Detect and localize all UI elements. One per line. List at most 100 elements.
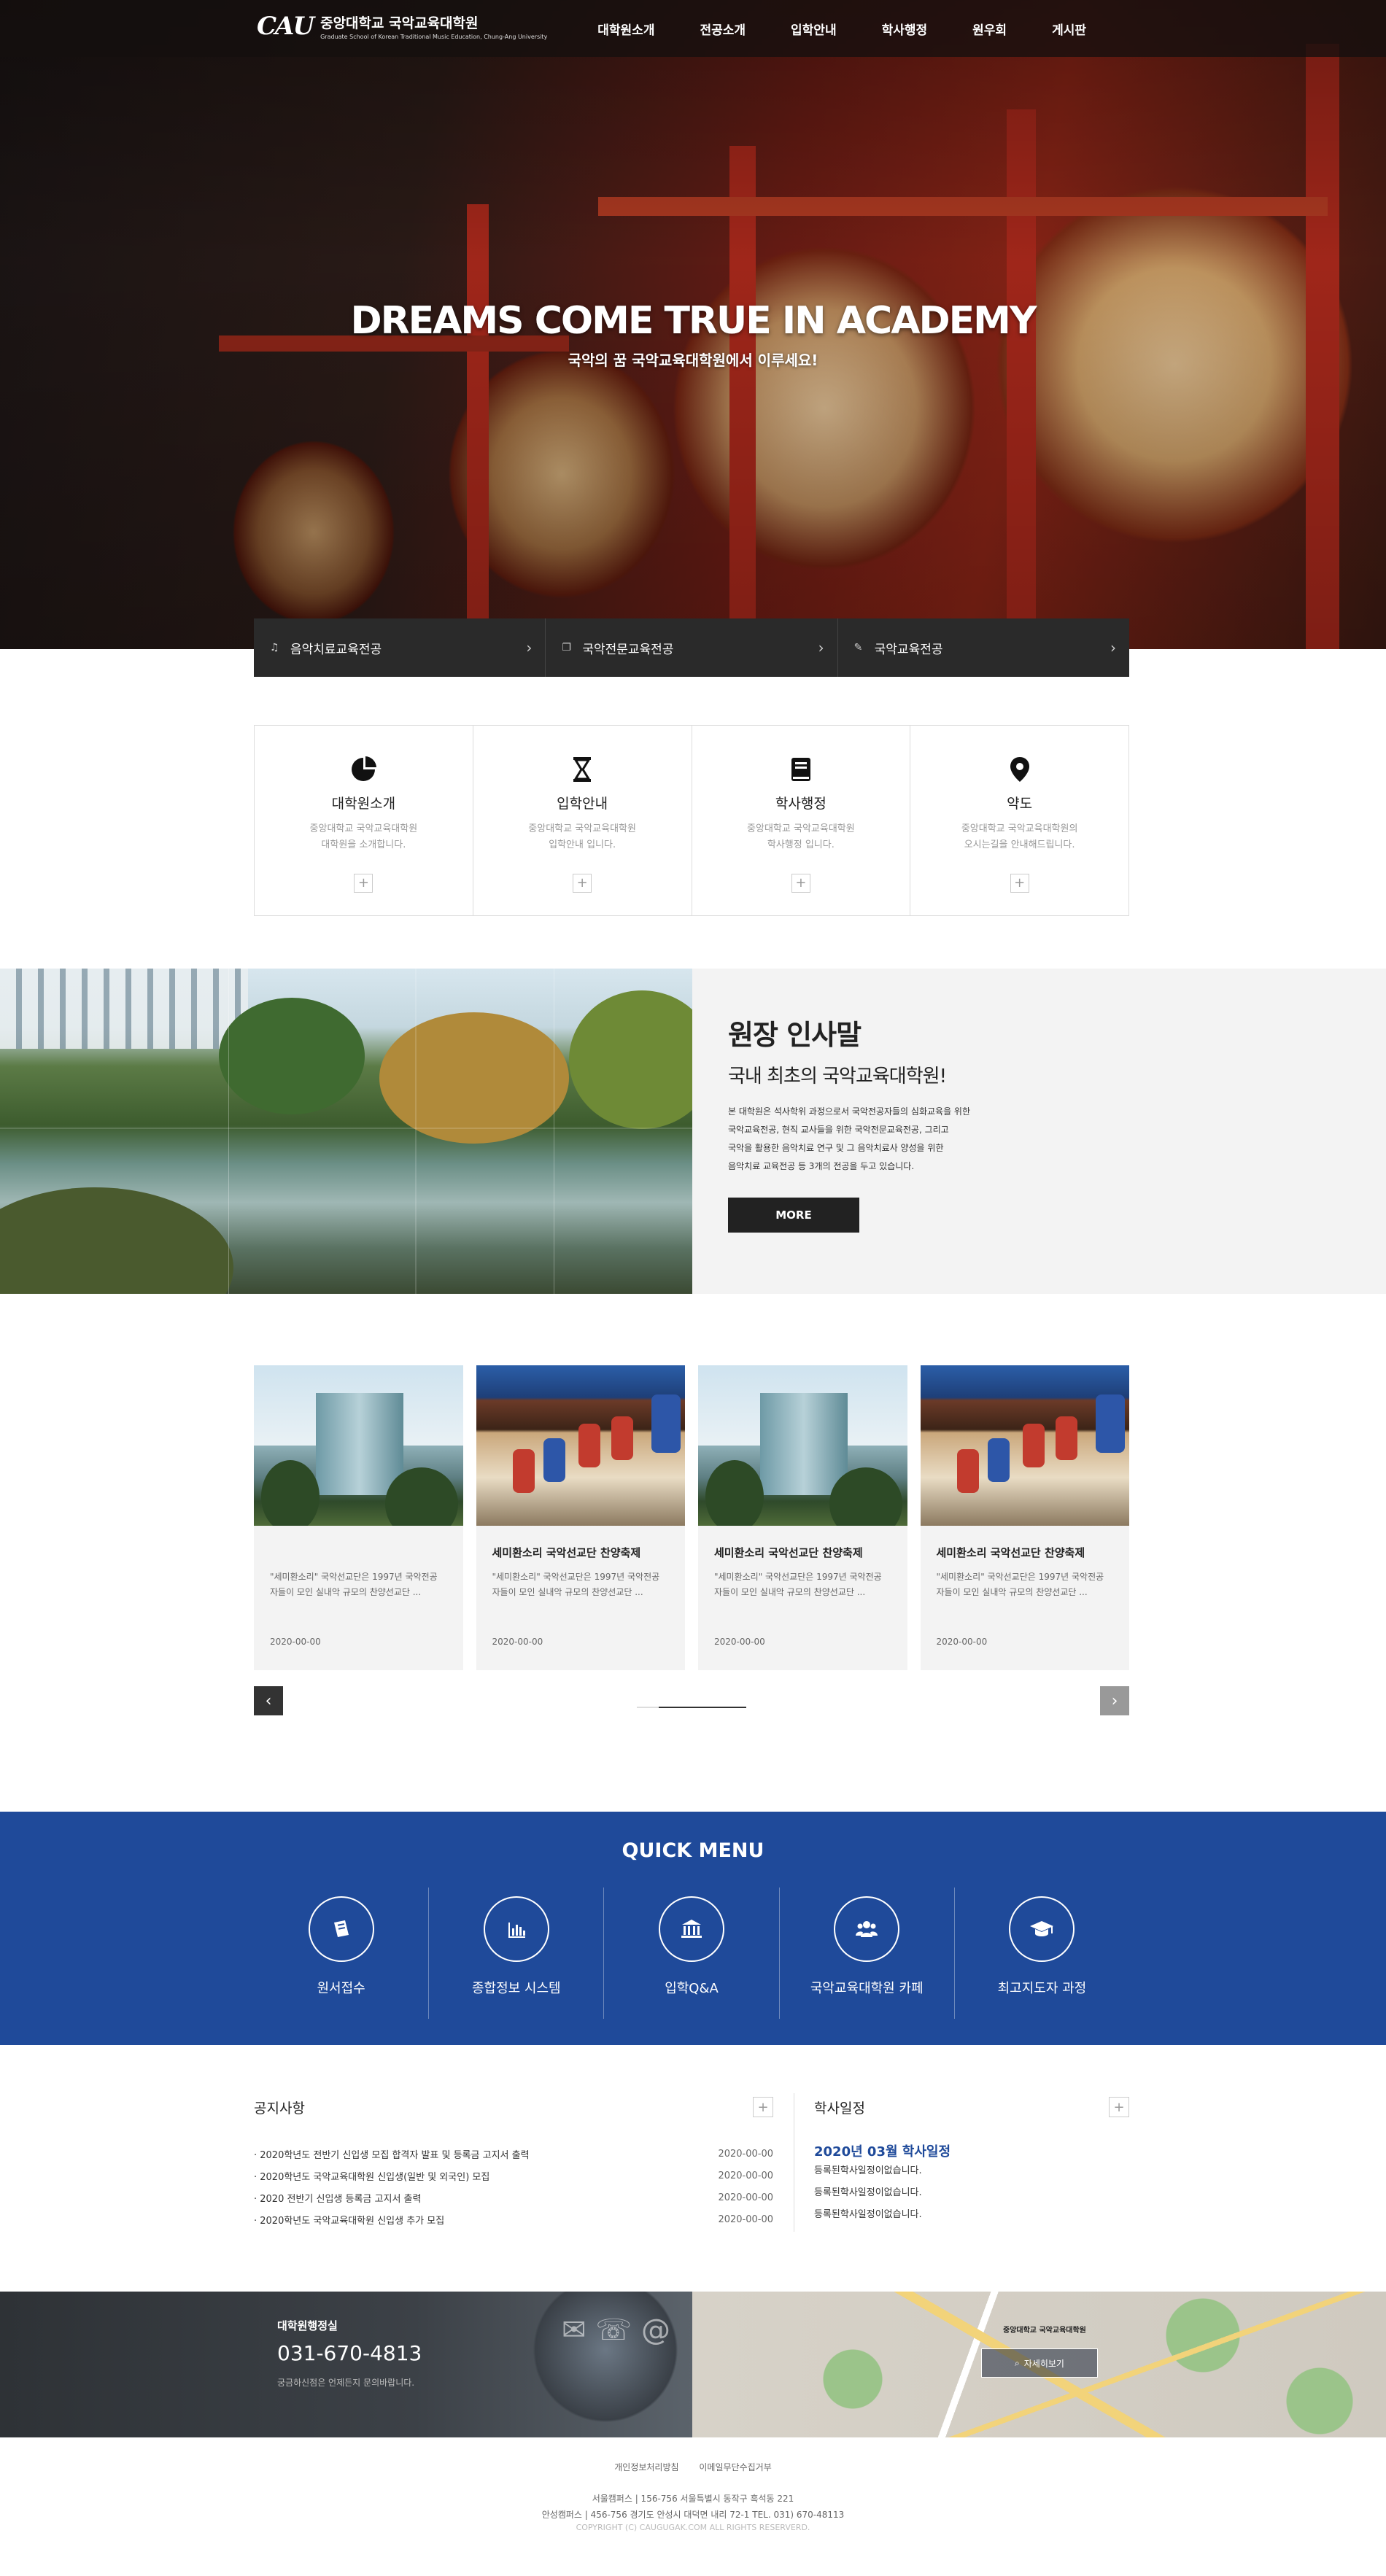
info-box-map[interactable]: 약도 중앙대학교 국악교육대학원의 오시는길을 안내해드립니다. + [910,726,1128,915]
quick-item-application[interactable]: 원서접수 [254,1888,430,2019]
notice-item[interactable]: · 2020학년도 국악교육대학원 신입생 추가 모집 2020-00-00 [254,2208,773,2230]
map-pin-icon [1004,753,1036,785]
plus-icon[interactable]: + [573,874,592,893]
card-desc: "세미환소리" 국악선교단은 1997년 국악전공 자들이 모인 실내악 규모의 … [270,1572,438,1597]
document-icon: ❐ [562,642,571,653]
plus-icon[interactable]: + [1010,874,1029,893]
greeting-title: 원장 인사말 [728,1019,862,1051]
hero-banner: DREAMS COME TRUE IN ACADEMY 국악의 꿈 국악교육대학… [0,0,1386,649]
info-box-admission[interactable]: 입학안내 중앙대학교 국악교육대학원 입학안내 입니다. + [473,726,692,915]
slider-prev-button[interactable]: ‹ [254,1686,283,1715]
greeting-panel: 원장 인사말 국내 최초의 국악교육대학원! 본 대학원은 석사학위 과정으로서… [692,969,1386,1294]
more-button[interactable]: MORE [728,1198,859,1233]
news-card[interactable]: 세미환소리 국악선교단 찬양축제 "세미환소리" 국악선교단은 1997년 국악… [476,1365,685,1670]
card-title: 세미환소리 국악선교단 찬양축제 [714,1546,863,1559]
nav-item-academic[interactable]: 학사행정 [859,20,951,38]
card-date: 2020-00-00 [936,1637,988,1647]
plus-icon[interactable]: + [791,874,810,893]
notice-item[interactable]: · 2020학년도 국악교육대학원 신입생(일반 및 외국인) 모집 2020-0… [254,2165,773,2187]
logo-mark: CAU [257,12,314,41]
news-card[interactable]: 세미환소리 국악선교단 찬양축제 "세미환소리" 국악선교단은 1997년 국악… [920,1365,1129,1670]
info-title: 입학안내 [557,796,608,812]
major-label: 국악전문교육전공 [582,642,674,657]
greeting-body: 본 대학원은 석사학위 과정으로서 국악전공자들의 심화교육을 위한 국악교육전… [728,1106,971,1171]
news-card[interactable]: "세미환소리" 국악선교단은 1997년 국악전공 자들이 모인 실내악 규모의 … [254,1365,463,1670]
info-desc: 중앙대학교 국악교육대학원 대학원을 소개합니다. [309,823,418,850]
site-logo[interactable]: CAU 중앙대학교 국악교육대학원 Graduate School of Kor… [257,7,547,45]
card-date: 2020-00-00 [270,1637,321,1647]
quick-item-cafe[interactable]: 국악교육대학원 카페 [780,1888,955,2019]
card-image [476,1365,685,1526]
chevron-right-icon: › [1110,639,1116,656]
slider-progress[interactable] [637,1707,746,1708]
quick-item-leader-course[interactable]: 최고지도자 과정 [955,1888,1129,2019]
footer-copyright: COPYRIGHT (C) CAUGUGAK.COM ALL RIGHTS RE… [576,2523,810,2532]
major-professional-education[interactable]: ❐ 국악전문교육전공 › [546,618,838,677]
institution-icon [659,1896,724,1962]
contact-label: 대학원행정실 [277,2319,338,2332]
nav-item-board[interactable]: 게시판 [1029,20,1109,38]
quick-item-qna[interactable]: 입학Q&A [604,1888,780,2019]
search-icon: ⌕ [1015,2357,1020,2368]
logo-subtitle: Graduate School of Korean Traditional Mu… [320,34,548,40]
info-box-academic[interactable]: 학사행정 중앙대학교 국악교육대학원 학사행정 입니다. + [692,726,911,915]
quick-label: 원서접수 [317,1981,365,1996]
logo-name: 중앙대학교 국악교육대학원 [320,15,479,31]
nav-item-majors[interactable]: 전공소개 [677,20,768,38]
campus-photo [0,969,692,1294]
nav-item-about[interactable]: 대학원소개 [575,20,677,38]
card-desc: "세미환소리" 국악선교단은 1997년 국악전공 자들이 모인 실내악 규모의 … [714,1572,882,1597]
contact-icons: ✉ ☏ @ [562,2313,670,2347]
card-title: 세미환소리 국악선교단 찬양축제 [492,1546,641,1559]
greeting-subtitle: 국내 최초의 국악교육대학원! [728,1066,947,1087]
notice-item[interactable]: · 2020 전반기 신입생 등록금 고지서 출력 2020-00-00 [254,2187,773,2208]
book-icon [785,753,817,785]
quick-menu: QUICK MENU 원서접수 종합정보 시스템 입학Q&A 국악교육대학원 카… [0,1812,1386,2045]
info-box-about[interactable]: 대학원소개 중앙대학교 국악교육대학원 대학원을 소개합니다. + [255,726,473,915]
schedule-item: 등록된학사일정이없습니다. [814,2209,922,2220]
card-desc: "세미환소리" 국악선교단은 1997년 국악전공 자들이 모인 실내악 규모의 … [936,1572,1104,1597]
news-card[interactable]: 세미환소리 국악선교단 찬양축제 "세미환소리" 국악선교단은 1997년 국악… [698,1365,907,1670]
site-header: CAU 중앙대학교 국악교육대학원 Graduate School of Kor… [0,0,1386,57]
site-footer: 개인정보처리방침 이메일무단수집거부 서울캠퍼스 | 156-756 서울특별시… [0,2437,1386,2576]
schedule-item: 등록된학사일정이없습니다. [814,2187,922,2198]
major-music-education[interactable]: ✎ 국악교육전공 › [837,618,1129,677]
quick-label: 최고지도자 과정 [997,1981,1087,1996]
campus-map[interactable]: 중앙대학교 국악교육대학원 ⌕ 자세히보기 [692,2292,1386,2437]
users-icon [834,1896,900,1962]
graduation-cap-icon [1009,1896,1075,1962]
contact-phone: 031-670-4813 [277,2341,422,2365]
slider-next-button[interactable]: › [1100,1686,1129,1715]
card-desc: "세미환소리" 국악선교단은 1997년 국악전공 자들이 모인 실내악 규모의 … [492,1572,660,1597]
schedule-title: 학사일정 [814,2100,865,2117]
quick-item-info-system[interactable]: 종합정보 시스템 [429,1888,605,2019]
contact-note: 궁금하신점은 언제든지 문의바랍니다. [277,2378,415,2388]
footer-link-privacy[interactable]: 개인정보처리방침 [614,2462,678,2472]
hero-subtitle: 국악의 꿈 국악교육대학원에서 이루세요! [568,352,818,369]
major-label: 음악치료교육전공 [290,642,382,657]
bar-chart-icon [483,1896,549,1962]
schedule-section: 학사일정 + 2020년 03월 학사일정 등록된학사일정이없습니다. 등록된학… [814,2096,1129,2226]
footer-link-email-policy[interactable]: 이메일무단수집거부 [699,2462,771,2472]
major-music-therapy[interactable]: ♫ 음악치료교육전공 › [254,618,546,677]
pie-chart-icon [347,753,379,785]
major-label: 국악교육전공 [874,642,943,657]
pencil-icon: ✎ [853,642,863,653]
plus-icon[interactable]: + [1109,2097,1129,2117]
plus-icon[interactable]: + [354,874,373,893]
main-nav: 대학원소개 전공소개 입학안내 학사행정 원우회 게시판 [575,0,1109,57]
nav-item-admission[interactable]: 입학안내 [768,20,859,38]
plus-icon[interactable]: + [753,2097,773,2117]
chevron-right-icon: › [1111,1691,1118,1710]
nav-item-alumni[interactable]: 원우회 [950,20,1029,38]
map-detail-button[interactable]: ⌕ 자세히보기 [981,2348,1098,2378]
quick-label: 입학Q&A [665,1981,719,1996]
info-desc: 중앙대학교 국악교육대학원의 오시는길을 안내해드립니다. [961,823,1078,850]
card-date: 2020-00-00 [714,1637,765,1647]
book-icon [308,1896,374,1962]
quick-menu-title: QUICK MENU [622,1839,764,1862]
notice-item[interactable]: · 2020학년도 전반기 신입생 모집 합격자 발표 및 등록금 고지서 출력… [254,2143,773,2165]
info-boxes: 대학원소개 중앙대학교 국악교육대학원 대학원을 소개합니다. + 입학안내 중앙… [254,725,1129,916]
news-cards: "세미환소리" 국악선교단은 1997년 국악전공 자들이 모인 실내악 규모의 … [254,1365,1129,1670]
info-desc: 중앙대학교 국악교육대학원 학사행정 입니다. [747,823,855,850]
